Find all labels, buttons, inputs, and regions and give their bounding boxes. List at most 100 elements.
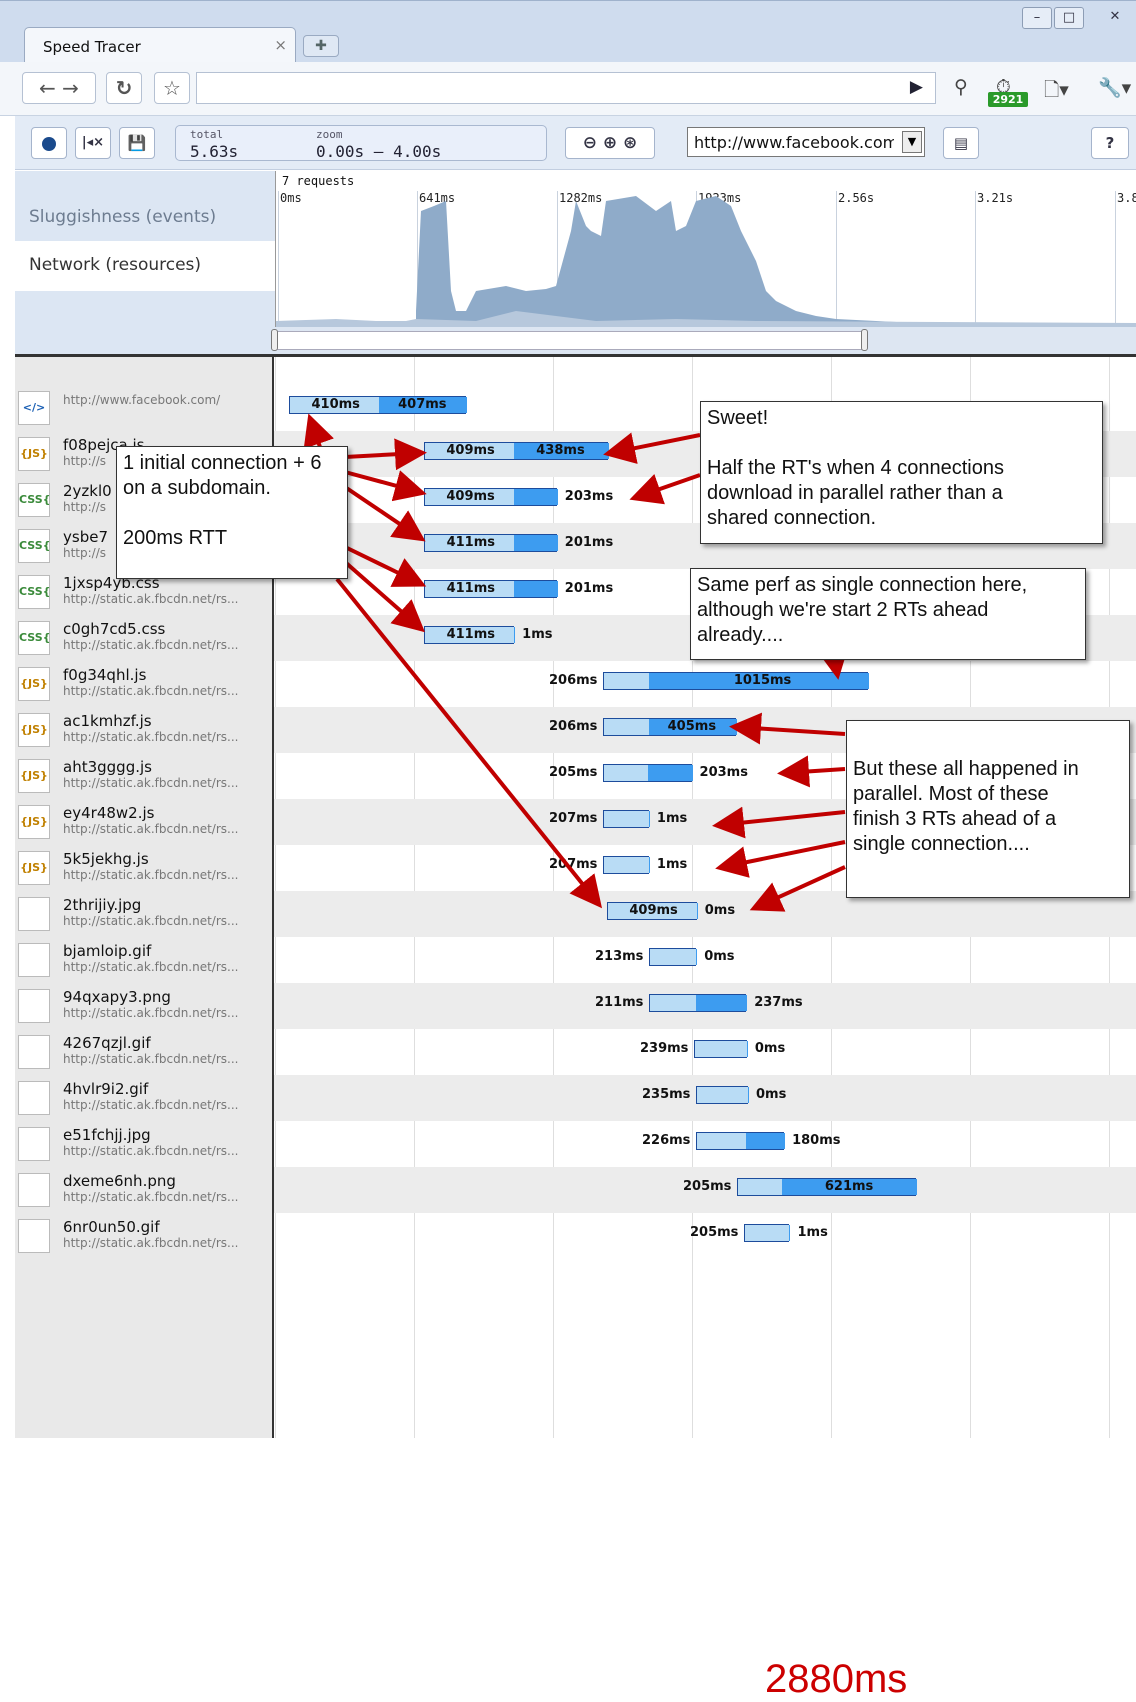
resource-timing-bar[interactable] xyxy=(603,810,650,828)
range-right-handle[interactable] xyxy=(861,329,868,351)
resource-url: http://static.ak.fbcdn.net/rs... xyxy=(63,1052,239,1066)
forward-icon[interactable]: → xyxy=(62,76,79,100)
callout-text: finish 3 RTs ahead of a xyxy=(853,808,1057,830)
zoom-out-icon[interactable]: ⊖ xyxy=(583,133,597,153)
page-url-value: http://www.facebook.com xyxy=(694,133,894,152)
callout-text: 1 initial connection + 6 xyxy=(123,452,322,474)
callout-text: download in parallel rather than a xyxy=(707,482,1003,504)
go-icon[interactable]: ▶ xyxy=(910,77,923,97)
close-window-button[interactable]: ✕ xyxy=(1100,7,1130,29)
overview-panel: Sluggishness (events) Network (resources… xyxy=(15,171,1136,354)
js-file-icon: {JS} xyxy=(18,759,50,793)
callout-text: But these all happened in xyxy=(853,758,1079,780)
latency-segment xyxy=(745,1225,790,1241)
download-label: 405ms xyxy=(667,719,717,734)
speed-tracer-toolbar: |◂× 💾 total 5.63s zoom 0.00s – 4.00s ⊖ ⊕… xyxy=(15,116,1136,170)
overview-graph[interactable]: 7 requests 0ms 641ms 1282ms 1923ms 2.56s 3.21… xyxy=(275,171,1136,331)
resource-timing-bar[interactable] xyxy=(649,948,698,966)
download-label: 237ms xyxy=(754,995,803,1010)
latency-segment xyxy=(604,811,649,827)
latency-segment xyxy=(695,1041,747,1057)
chevron-down-icon[interactable]: ▼ xyxy=(902,131,922,153)
img-file-icon xyxy=(18,1219,50,1253)
back-icon[interactable]: ← xyxy=(39,76,56,100)
record-icon xyxy=(42,136,56,151)
sluggishness-tab[interactable]: Sluggishness (events) xyxy=(29,207,216,227)
download-segment xyxy=(747,1087,749,1103)
network-tab[interactable]: Network (resources) xyxy=(15,241,275,291)
wrench-menu-icon[interactable]: 🔧▾ xyxy=(1098,76,1131,99)
resource-timing-bar[interactable] xyxy=(696,1132,786,1150)
resource-url: http://static.ak.fbcdn.net/rs... xyxy=(63,1144,239,1158)
img-file-icon xyxy=(18,1035,50,1069)
download-label: 201ms xyxy=(564,535,614,550)
latency-label: 205ms xyxy=(549,765,598,780)
extension-icon[interactable]: ⚲ xyxy=(954,76,968,98)
resource-name: f0g34qhl.js xyxy=(63,666,147,684)
clear-button[interactable]: |◂× xyxy=(75,127,111,159)
back-forward-buttons[interactable]: ← → xyxy=(22,72,96,104)
resource-timing-bar[interactable] xyxy=(603,856,650,874)
resource-name: ysbe7 xyxy=(63,528,108,546)
resource-name: 2thrijiy.jpg xyxy=(63,896,142,914)
latency-label: 239ms xyxy=(640,1041,689,1056)
speed-tracer-window: Speed Tracer × ✚ – □ ✕ ← → ↻ ☆ ▶ ⚲ ⏱ 292… xyxy=(0,0,1136,1701)
address-bar[interactable]: ▶ xyxy=(196,72,936,104)
js-file-icon: {JS} xyxy=(18,667,50,701)
report-button[interactable]: ▤ xyxy=(943,127,979,159)
callout-connections: 1 initial connection + 6 on a subdomain.… xyxy=(116,446,348,579)
minimize-button[interactable]: – xyxy=(1022,7,1052,29)
download-segment xyxy=(514,627,516,643)
star-icon: ☆ xyxy=(163,76,181,100)
overview-range-bar[interactable] xyxy=(271,327,1136,354)
img-file-icon xyxy=(18,1173,50,1207)
page-menu-icon[interactable]: 🗋▾ xyxy=(1044,76,1069,108)
resource-url: http://static.ak.fbcdn.net/rs... xyxy=(63,1006,239,1020)
latency-segment xyxy=(650,995,696,1011)
img-file-icon xyxy=(18,943,50,977)
latency-label: 409ms xyxy=(446,443,495,458)
save-button[interactable]: 💾 xyxy=(119,127,155,159)
callout-text: Sweet! xyxy=(707,407,769,429)
resource-timing-bar[interactable] xyxy=(649,994,748,1012)
latency-label: 207ms xyxy=(549,857,598,872)
zoom-in-icon[interactable]: ⊕ xyxy=(603,133,617,153)
download-label: 203ms xyxy=(564,489,614,504)
resource-timing-bar[interactable] xyxy=(744,1224,791,1242)
bookmark-button[interactable]: ☆ xyxy=(154,72,190,104)
tab-speed-tracer[interactable]: Speed Tracer × xyxy=(24,27,296,63)
page-url-select[interactable]: http://www.facebook.com ▼ xyxy=(687,127,925,157)
zoom-all-icon[interactable]: ⊛ xyxy=(623,133,637,153)
record-button[interactable] xyxy=(31,127,67,159)
download-label: 1015ms xyxy=(733,673,792,688)
callout-text: shared connection. xyxy=(707,507,877,529)
range-left-handle[interactable] xyxy=(271,329,278,351)
browser-toolbar: ← → ↻ ☆ ▶ ⚲ ⏱ 2921 🗋▾ 🔧▾ xyxy=(0,62,1136,116)
download-segment xyxy=(648,765,693,781)
maximize-button[interactable]: □ xyxy=(1054,7,1084,29)
resource-timing-bar[interactable] xyxy=(603,764,693,782)
latency-label: 409ms xyxy=(446,489,495,504)
latency-label: 235ms xyxy=(642,1087,691,1102)
timeline-info: total 5.63s zoom 0.00s – 4.00s xyxy=(175,125,547,161)
latency-label: 211ms xyxy=(595,995,644,1010)
resource-name: c0gh7cd5.css xyxy=(63,620,166,638)
js-file-icon: {JS} xyxy=(18,713,50,747)
latency-label: 205ms xyxy=(690,1225,739,1240)
download-segment xyxy=(513,489,558,505)
resource-url: http://s xyxy=(63,500,107,514)
tab-close-icon[interactable]: × xyxy=(274,36,287,54)
resource-timing-bar[interactable] xyxy=(694,1040,748,1058)
reload-button[interactable]: ↻ xyxy=(106,72,142,104)
latency-segment xyxy=(604,673,649,689)
resource-timing-bar[interactable] xyxy=(696,1086,749,1104)
report-icon: ▤ xyxy=(953,134,969,152)
tab-title: Speed Tracer xyxy=(43,38,141,56)
help-button[interactable]: ? xyxy=(1091,127,1129,159)
latency-segment xyxy=(697,1087,748,1103)
latency-segment xyxy=(604,765,649,781)
new-tab-button[interactable]: ✚ xyxy=(303,35,339,57)
selected-range[interactable] xyxy=(275,331,865,350)
resource-name: ey4r48w2.js xyxy=(63,804,155,822)
callout-text: parallel. Most of these xyxy=(853,783,1049,805)
